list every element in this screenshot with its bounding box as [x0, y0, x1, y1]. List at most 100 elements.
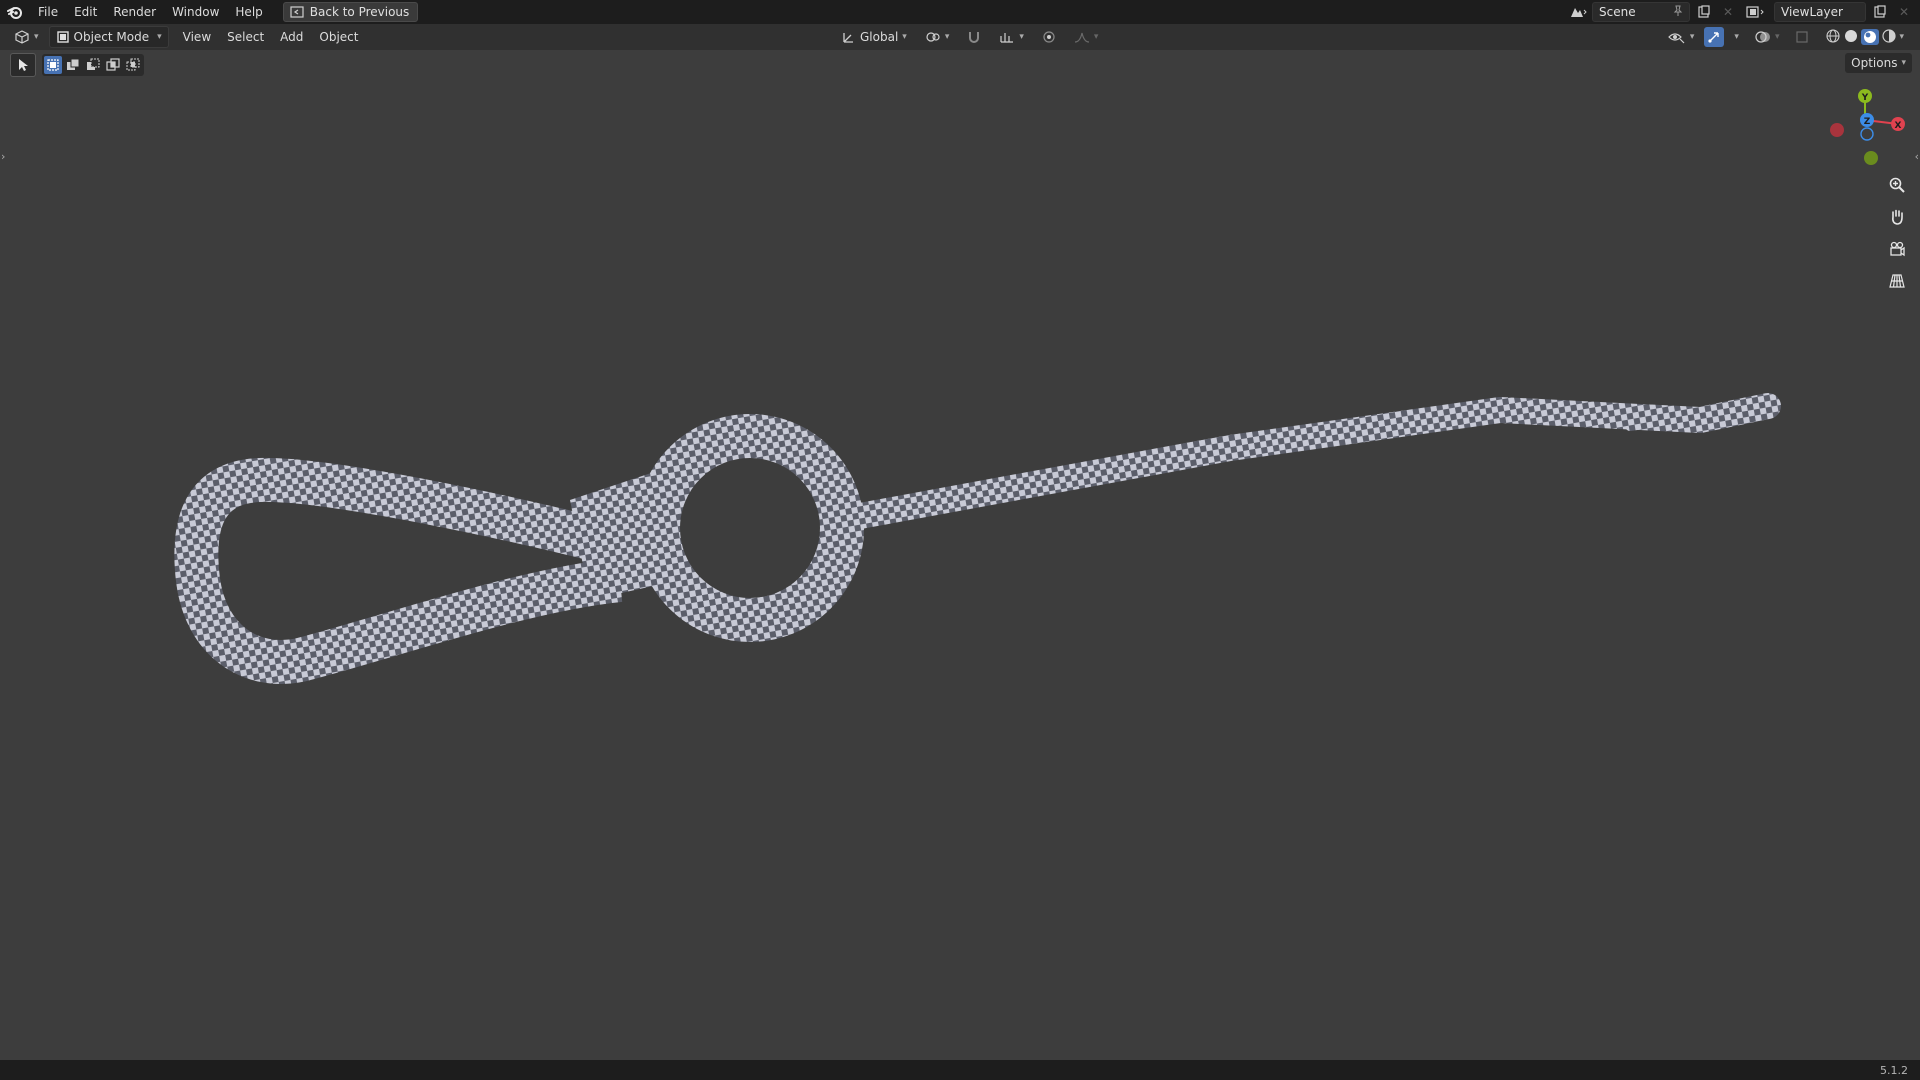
gizmo-neg-z-axis[interactable]: [1860, 127, 1874, 141]
snap-target-dropdown[interactable]: ▾: [993, 27, 1030, 47]
camera-icon: [1890, 241, 1905, 257]
toolbar-expand-icon[interactable]: ›: [1, 150, 5, 163]
menu-view[interactable]: View: [175, 24, 219, 50]
pivot-icon: [926, 32, 940, 42]
3d-viewport-icon: [15, 30, 29, 44]
cursor-arrow-icon: [19, 59, 28, 71]
shading-wireframe-button[interactable]: [1825, 28, 1841, 47]
viewport-canvas: [174, 393, 1781, 684]
navigation-gizmo[interactable]: Y X Z: [1820, 84, 1910, 174]
select-new-button[interactable]: [44, 56, 62, 74]
select-intersect-icon: [126, 58, 140, 71]
menu-select[interactable]: Select: [219, 24, 272, 50]
chevron-down-icon: ▾: [902, 32, 907, 42]
delete-view-layer-button[interactable]: ✕: [1894, 3, 1914, 21]
mode-label: Object Mode: [73, 30, 150, 44]
top-bar: File Edit Render Window Help Back to Pre…: [0, 0, 1920, 24]
scene-icon: [1571, 8, 1587, 17]
options-label: Options: [1851, 56, 1898, 70]
snap-increment-icon: [1000, 33, 1014, 43]
gizmo-z-label: Z: [1864, 117, 1871, 127]
select-tool-button[interactable]: [10, 53, 36, 77]
zoom-icon: [1889, 177, 1905, 193]
select-invert-button[interactable]: [104, 56, 122, 74]
options-dropdown[interactable]: Options ▾: [1845, 53, 1912, 73]
select-difference-icon: [106, 58, 120, 71]
menu-file[interactable]: File: [30, 0, 66, 24]
menu-edit[interactable]: Edit: [66, 0, 105, 24]
shading-solid-button[interactable]: [1843, 28, 1859, 47]
view-layer-browse-button[interactable]: [1742, 3, 1770, 21]
selection-mode-group: [42, 54, 144, 76]
3d-viewport[interactable]: › ‹: [0, 50, 1920, 1060]
select-subtract-icon: [87, 58, 100, 70]
scene-name-field[interactable]: Scene: [1592, 2, 1690, 22]
shading-modes: ▾: [1819, 27, 1910, 47]
solid-shading-icon: [1845, 29, 1858, 42]
visibility-dropdown[interactable]: ▾: [1662, 27, 1701, 47]
hook-tool-mesh[interactable]: [174, 393, 1781, 684]
proportional-falloff-dropdown[interactable]: ▾: [1068, 27, 1105, 47]
new-scene-button[interactable]: [1694, 3, 1714, 21]
falloff-curve-icon: [1074, 32, 1089, 43]
pivot-point-dropdown[interactable]: ▾: [919, 27, 956, 47]
view-layer-field[interactable]: ViewLayer: [1774, 2, 1866, 22]
menu-add[interactable]: Add: [272, 24, 311, 50]
perspective-toggle-button[interactable]: [1884, 268, 1910, 294]
top-right-controls: Scene ✕ ViewLayer ✕: [1568, 0, 1920, 24]
grid-perspective-icon: [1889, 274, 1905, 288]
proportional-editing-toggle[interactable]: [1036, 27, 1062, 47]
shading-rendered-button[interactable]: [1881, 28, 1897, 47]
chevron-down-icon: ▾: [157, 32, 162, 42]
snap-toggle[interactable]: [961, 27, 987, 47]
status-bar: 5.1.2: [0, 1060, 1920, 1080]
zoom-button[interactable]: [1884, 172, 1910, 198]
back-to-previous-button[interactable]: Back to Previous: [282, 2, 419, 22]
xray-toggle[interactable]: [1789, 27, 1815, 47]
transform-orientation-label: Global: [860, 30, 899, 44]
sidebar-expand-icon[interactable]: ‹: [1915, 150, 1919, 163]
select-subtract-button[interactable]: [84, 56, 102, 74]
shading-material-button[interactable]: [1861, 29, 1880, 45]
overlays-toggle[interactable]: ▾: [1749, 27, 1786, 47]
gizmo-dropdown[interactable]: ▾: [1728, 27, 1745, 47]
gizmo-neg-x-axis[interactable]: [1830, 123, 1844, 137]
pan-button[interactable]: [1884, 204, 1910, 230]
proportional-edit-icon: [1043, 31, 1055, 43]
delete-scene-button[interactable]: ✕: [1718, 3, 1738, 21]
new-view-layer-button[interactable]: [1870, 3, 1890, 21]
duplicate-icon: [1874, 5, 1886, 18]
blender-logo-icon[interactable]: [0, 0, 30, 24]
chevron-down-icon: ▾: [1774, 32, 1780, 42]
close-icon: ✕: [1722, 5, 1734, 19]
camera-view-button[interactable]: [1884, 236, 1910, 262]
menu-window[interactable]: Window: [164, 0, 227, 24]
viewport-shading-tools: ▾ ▾ ▾ ▾: [1662, 24, 1910, 50]
gizmo-toggle[interactable]: [1704, 27, 1725, 47]
chevron-down-icon: ▾: [1901, 58, 1906, 68]
chevron-down-icon: ▾: [944, 32, 950, 42]
orientation-global-icon: [843, 33, 853, 43]
back-to-previous-label: Back to Previous: [309, 5, 410, 19]
magnet-icon: [969, 32, 980, 43]
editor-type-dropdown[interactable]: ▾: [8, 27, 45, 47]
menu-render[interactable]: Render: [105, 0, 164, 24]
scene-name: Scene: [1599, 5, 1636, 19]
gizmo-neg-y-axis[interactable]: [1864, 151, 1878, 165]
chevron-down-icon: ▾: [34, 32, 39, 42]
chevron-down-icon[interactable]: ▾: [1899, 32, 1904, 42]
gizmo-y-label: Y: [1861, 93, 1869, 103]
wireframe-icon: [1826, 28, 1841, 43]
transform-orientation-dropdown[interactable]: Global ▾: [836, 27, 913, 47]
close-icon: ✕: [1898, 5, 1910, 19]
menu-object[interactable]: Object: [311, 24, 366, 50]
select-extend-button[interactable]: [64, 56, 82, 74]
mode-dropdown[interactable]: Object Mode ▾: [48, 26, 169, 48]
eye-selectability-icon: [1668, 33, 1685, 44]
pin-icon[interactable]: [1673, 5, 1683, 20]
menu-help[interactable]: Help: [227, 0, 270, 24]
tool-settings-row: [10, 53, 144, 77]
viewport-header: ▾ Object Mode ▾ View Select Add Object G…: [0, 24, 1920, 50]
select-intersect-button[interactable]: [124, 56, 142, 74]
scene-browse-button[interactable]: [1568, 3, 1588, 21]
